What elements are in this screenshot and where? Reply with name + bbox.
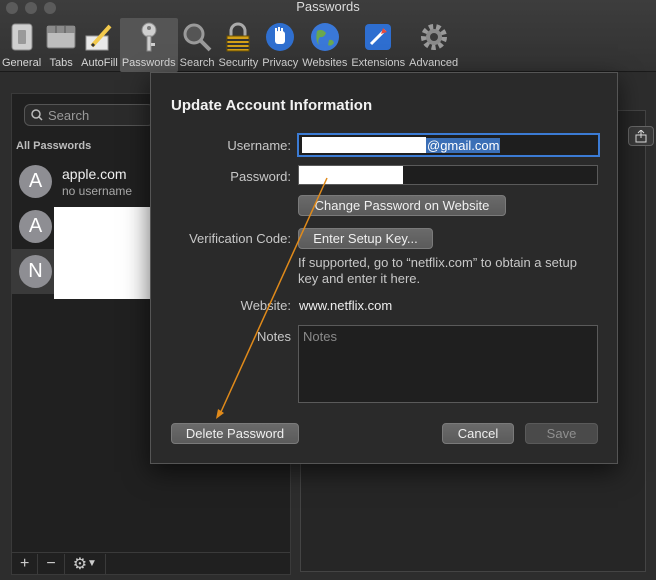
share-icon (635, 129, 647, 142)
window-toolbar: Passwords General Tabs AutoFill Password… (0, 0, 656, 72)
tab-label: Tabs (49, 57, 73, 69)
share-button[interactable] (628, 126, 654, 146)
avatar: A (19, 210, 52, 243)
tab-general[interactable]: General (0, 18, 43, 72)
tab-passwords[interactable]: Passwords (119, 18, 178, 72)
website-label: Website: (240, 298, 291, 313)
notes-label: Notes (257, 329, 291, 344)
cancel-button[interactable]: Cancel (442, 423, 514, 444)
search-field[interactable]: Search (24, 104, 154, 126)
chevron-down-icon: ▼ (87, 558, 97, 569)
password-label: Password: (230, 169, 291, 184)
magnifier-icon (181, 21, 213, 53)
update-account-dialog: Update Account Information Username: @gm… (150, 72, 618, 464)
section-header: All Passwords (16, 140, 92, 152)
password-field[interactable] (298, 165, 598, 185)
tab-label: Extensions (351, 57, 406, 69)
username-label: Username: (227, 138, 291, 153)
search-icon (31, 109, 43, 121)
tab-label: Passwords (121, 57, 176, 69)
window-title: Passwords (296, 0, 360, 14)
change-password-button[interactable]: Change Password on Website (298, 195, 506, 216)
actions-menu-button[interactable]: ⚙ ▼ (65, 553, 106, 574)
tab-label: Advanced (409, 57, 459, 69)
switch-icon (6, 21, 38, 53)
item-title: apple.com (62, 166, 127, 182)
tab-label: Websites (302, 57, 348, 69)
tab-websites[interactable]: Websites (300, 18, 349, 72)
delete-password-button[interactable]: Delete Password (171, 423, 299, 444)
dialog-title: Update Account Information (171, 97, 373, 114)
tab-search[interactable]: Search (178, 18, 217, 72)
notes-placeholder: Notes (303, 329, 337, 344)
lock-icon (222, 21, 254, 53)
item-subtitle: no username (62, 184, 133, 198)
avatar: N (19, 255, 52, 288)
remove-button[interactable]: − (38, 553, 65, 574)
tab-label: AutoFill (81, 57, 118, 69)
tab-label: Search (179, 57, 215, 69)
tab-label: Security (218, 57, 259, 69)
redaction-block (299, 166, 403, 184)
username-selected-text: @gmail.com (426, 137, 501, 153)
tab-tabs[interactable]: Tabs (43, 18, 79, 72)
redaction-block (302, 137, 426, 153)
tabs-icon (45, 21, 77, 53)
gear-icon (418, 21, 450, 53)
tab-label: Privacy (262, 57, 299, 69)
website-value: www.netflix.com (299, 298, 393, 313)
preferences-toolbar: General Tabs AutoFill Passwords Search S… (0, 18, 460, 72)
verification-hint: If supported, go to “netflix.com” to obt… (298, 255, 577, 286)
verification-label: Verification Code: (189, 231, 291, 246)
key-icon (133, 21, 165, 53)
list-bottom-bar: + − ⚙ ▼ (12, 552, 290, 574)
tab-security[interactable]: Security (216, 18, 260, 72)
avatar: A (19, 165, 52, 198)
extensions-icon (362, 21, 394, 53)
hand-icon (264, 21, 296, 53)
save-button[interactable]: Save (525, 423, 598, 444)
tab-autofill[interactable]: AutoFill (79, 18, 120, 72)
username-field[interactable]: @gmail.com (297, 133, 600, 157)
globe-icon (309, 21, 341, 53)
add-button[interactable]: + (12, 553, 39, 574)
search-placeholder: Search (48, 107, 90, 123)
notes-field[interactable]: Notes (298, 325, 598, 403)
enter-setup-key-button[interactable]: Enter Setup Key... (298, 228, 433, 249)
tab-extensions[interactable]: Extensions (349, 18, 407, 72)
pencil-icon (83, 21, 115, 53)
redaction-block (54, 207, 154, 299)
gear-icon: ⚙ (72, 555, 88, 573)
tab-label: General (2, 57, 42, 69)
tab-privacy[interactable]: Privacy (260, 18, 300, 72)
tab-advanced[interactable]: Advanced (407, 18, 460, 72)
